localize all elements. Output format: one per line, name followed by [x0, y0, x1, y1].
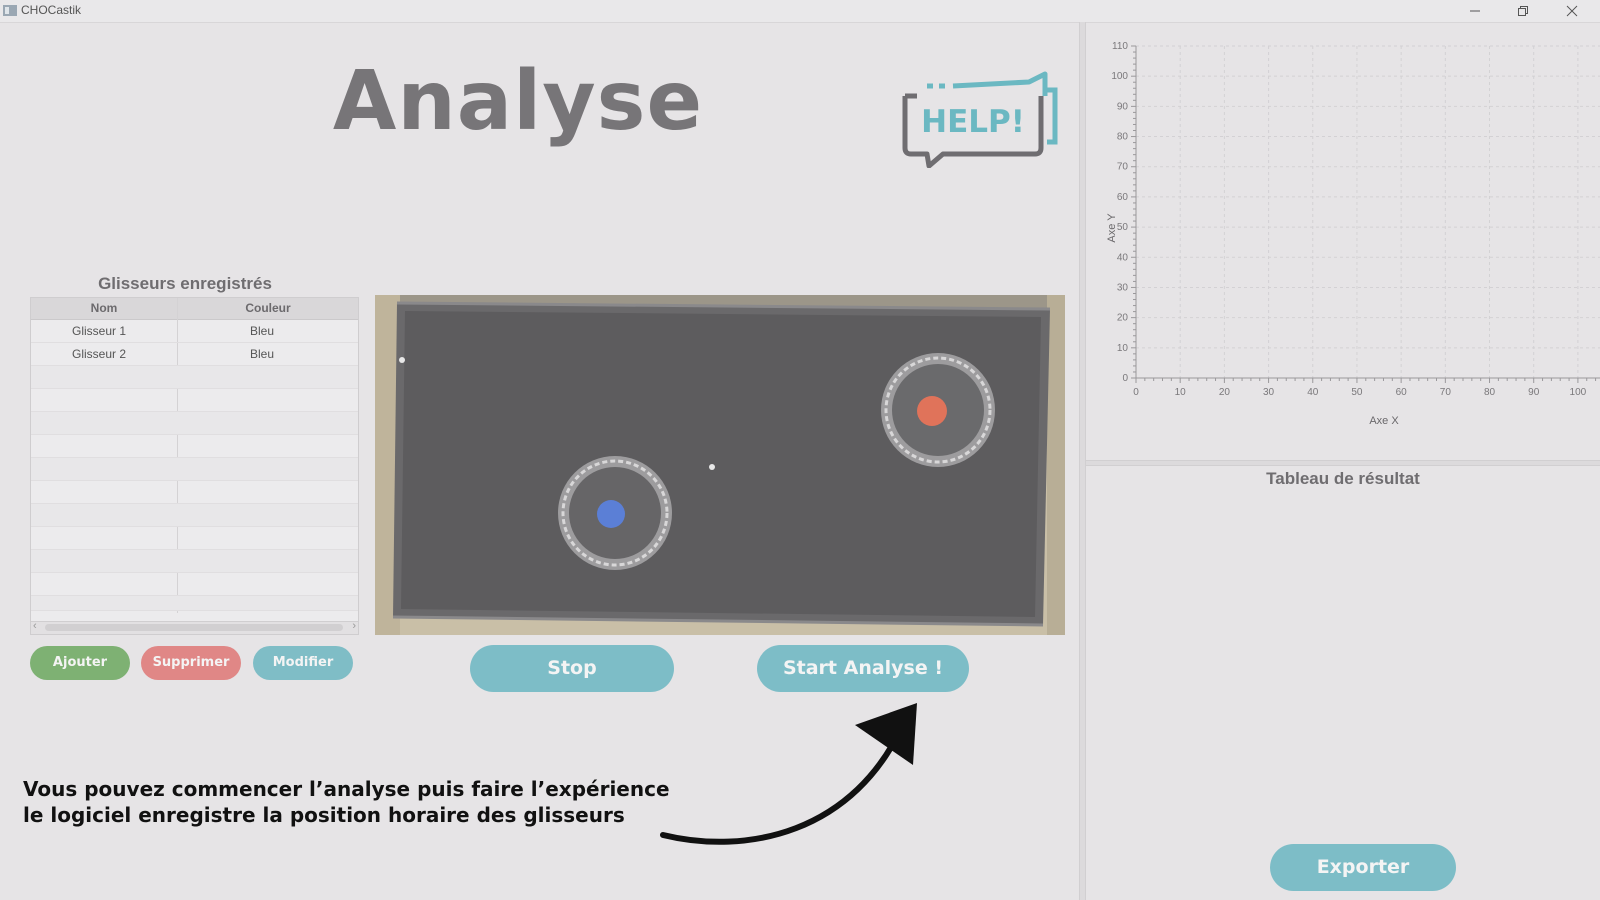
scroll-left-icon[interactable]: ‹	[33, 620, 37, 632]
scroll-right-icon[interactable]: ›	[352, 620, 356, 632]
y-tick-label: 50	[1117, 222, 1129, 233]
help-button[interactable]: HELP!	[897, 70, 1063, 169]
start-analysis-button[interactable]: Start Analyse !	[757, 645, 969, 692]
red-marker	[917, 396, 947, 426]
column-header-couleur[interactable]: Couleur	[178, 301, 358, 315]
empty-row	[31, 550, 358, 573]
cell-couleur: Bleu	[249, 347, 275, 361]
y-tick-label: 40	[1117, 252, 1129, 263]
app-icon	[3, 5, 17, 16]
y-tick-label: 70	[1117, 162, 1129, 173]
x-tick-label: 0	[1133, 387, 1139, 398]
empty-row	[31, 527, 358, 550]
x-tick-label: 50	[1351, 387, 1363, 398]
minimize-icon	[1470, 10, 1480, 12]
empty-row	[31, 435, 358, 458]
y-tick-label: 100	[1111, 71, 1128, 82]
empty-row	[31, 458, 358, 481]
restore-button[interactable]	[1500, 0, 1546, 22]
x-tick-label: 10	[1175, 387, 1187, 398]
x-tick-label: 90	[1528, 387, 1540, 398]
column-header-nom[interactable]: Nom	[31, 301, 177, 315]
y-axis-label: Axe Y	[1106, 213, 1118, 243]
y-tick-label: 30	[1117, 282, 1129, 293]
cell-nom: Glisseur 1	[71, 324, 127, 338]
results-title: Tableau de résultat	[1266, 469, 1420, 488]
y-tick-label: 90	[1117, 101, 1129, 112]
x-tick-label: 100	[1570, 387, 1587, 398]
sliders-panel-title: Glisseurs enregistrés	[98, 274, 272, 293]
close-icon	[1566, 5, 1578, 17]
page-title: Analyse	[332, 54, 704, 149]
empty-row	[31, 504, 358, 527]
table-row[interactable]: Glisseur 2 Bleu	[31, 343, 358, 366]
x-tick-label: 70	[1440, 387, 1452, 398]
split-divider-horizontal[interactable]	[1086, 460, 1600, 466]
y-tick-label: 110	[1112, 41, 1128, 52]
position-chart: 0 10 20 30 40 50 60 70 80 90 100 0 10 20 30 40 50 60 70 80 9…	[1106, 41, 1600, 427]
delete-button[interactable]: Supprimer	[141, 646, 241, 680]
export-button[interactable]: Exporter	[1270, 844, 1456, 891]
empty-row	[31, 481, 358, 504]
table-horizontal-scrollbar[interactable]: ‹ ›	[31, 620, 358, 634]
help-speech-bubble-icon: HELP!	[902, 71, 1058, 169]
split-divider-vertical[interactable]	[1079, 22, 1086, 900]
camera-view	[375, 295, 1065, 635]
cell-nom: Glisseur 2	[71, 347, 127, 361]
x-tick-label: 80	[1484, 387, 1496, 398]
x-axis-label: Axe X	[1369, 415, 1399, 427]
add-button[interactable]: Ajouter	[30, 646, 130, 680]
y-tick-label: 0	[1122, 373, 1128, 384]
blue-marker	[597, 500, 625, 528]
y-tick-label: 10	[1117, 343, 1129, 354]
table-header: Nom Couleur	[31, 298, 358, 320]
x-tick-label: 60	[1396, 387, 1408, 398]
window-title: CHOCastik	[21, 3, 82, 17]
minimize-button[interactable]	[1452, 0, 1498, 22]
y-tick-label: 20	[1117, 313, 1129, 324]
curved-arrow-icon	[660, 703, 917, 845]
edit-button[interactable]: Modifier	[253, 646, 353, 680]
scrollbar-thumb[interactable]	[45, 624, 343, 631]
empty-row	[31, 412, 358, 435]
stop-button[interactable]: Stop	[470, 645, 674, 692]
close-button[interactable]	[1549, 0, 1595, 22]
empty-row	[31, 389, 358, 412]
help-label: HELP!	[921, 104, 1025, 140]
empty-row	[31, 573, 358, 596]
x-tick-label: 40	[1307, 387, 1319, 398]
x-tick-label: 30	[1263, 387, 1275, 398]
sliders-table[interactable]: Nom Couleur Glisseur 1 Bleu Glisseur 2 B…	[30, 297, 359, 635]
y-tick-label: 80	[1117, 132, 1129, 143]
empty-row	[31, 366, 358, 389]
cell-couleur: Bleu	[249, 324, 275, 338]
restore-icon	[1518, 6, 1528, 16]
empty-row	[31, 596, 358, 611]
window-titlebar: CHOCastik	[0, 0, 1600, 23]
y-tick-label: 60	[1117, 192, 1129, 203]
x-tick-label: 20	[1219, 387, 1231, 398]
table-row[interactable]: Glisseur 1 Bleu	[31, 320, 358, 343]
